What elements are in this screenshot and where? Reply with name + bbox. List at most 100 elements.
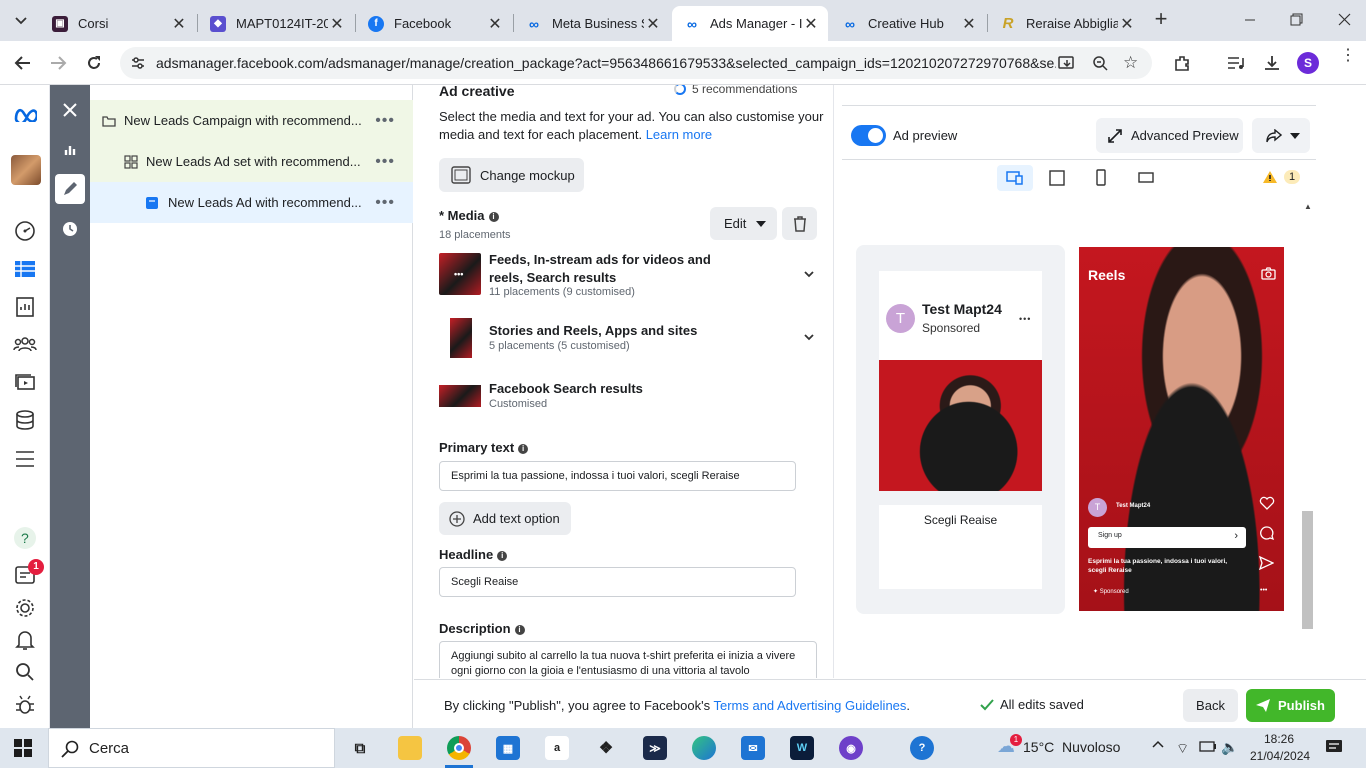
tree-row-adset[interactable]: New Leads Ad set with recommend... ••• xyxy=(90,141,413,182)
meta-logo-icon[interactable] xyxy=(13,102,37,126)
landscape-format-button[interactable] xyxy=(1138,172,1154,183)
change-mockup-button[interactable]: Change mockup xyxy=(439,158,584,192)
media-edit-button[interactable]: Edit xyxy=(710,207,777,240)
reports-icon[interactable] xyxy=(13,295,37,319)
store-icon[interactable]: ▦ xyxy=(496,736,520,760)
restore-button[interactable] xyxy=(1284,10,1308,30)
account-avatar[interactable] xyxy=(11,155,41,185)
edit-pencil-icon[interactable] xyxy=(55,174,85,204)
tab-creative-hub[interactable]: ∞ Creative Hub ✕ xyxy=(830,6,986,41)
close-icon[interactable]: ✕ xyxy=(960,14,978,34)
all-tools-menu-icon[interactable] xyxy=(13,447,37,471)
start-button[interactable] xyxy=(14,739,32,757)
description-input[interactable]: Aggiungi subito al carrello la tua nuova… xyxy=(439,641,817,678)
advanced-preview-button[interactable]: Advanced Preview xyxy=(1096,118,1243,153)
clock-date[interactable]: 21/04/2024 xyxy=(1250,749,1310,763)
dashboard-icon[interactable] xyxy=(13,219,37,243)
clock-time[interactable]: 18:26 xyxy=(1264,732,1294,746)
amazon-icon[interactable]: a xyxy=(545,736,569,760)
help-icon[interactable]: ? xyxy=(13,526,37,550)
view-all-placements-button[interactable] xyxy=(997,165,1033,191)
tab-meta-business[interactable]: ∞ Meta Business S ✕ xyxy=(514,6,670,41)
reels-cta-button[interactable]: Sign up › xyxy=(1088,527,1246,548)
bug-report-icon[interactable] xyxy=(13,693,37,717)
volume-icon[interactable]: 🔈 xyxy=(1221,739,1238,756)
publish-button[interactable]: Publish xyxy=(1246,689,1335,722)
dropbox-icon[interactable]: ❖ xyxy=(594,736,618,760)
show-hidden-icons[interactable] xyxy=(1152,740,1164,748)
downloads-icon[interactable] xyxy=(1260,51,1284,75)
file-explorer-icon[interactable] xyxy=(398,736,422,760)
tab-reraise[interactable]: R Reraise Abbiglia ✕ xyxy=(988,6,1144,41)
notification-center-icon[interactable] xyxy=(1325,739,1343,755)
browser-menu-icon[interactable]: ⋮ xyxy=(1340,48,1356,73)
extensions-icon[interactable] xyxy=(1170,51,1194,75)
more-options-icon[interactable]: ••• xyxy=(375,112,395,130)
info-icon[interactable]: i xyxy=(488,212,499,222)
close-icon[interactable]: ✕ xyxy=(170,14,188,34)
reels-preview-frame[interactable]: Reels T Test Mapt24 Sign up › Esprimi la… xyxy=(1079,247,1284,611)
headline-input[interactable]: Scegli Reaise xyxy=(439,567,796,597)
history-clock-icon[interactable] xyxy=(55,214,85,244)
primary-text-input[interactable]: Esprimi la tua passione, indossa i tuoi … xyxy=(439,461,796,491)
wifi-icon[interactable]: ⌔ xyxy=(1176,740,1189,758)
ad-preview-toggle[interactable] xyxy=(851,125,886,146)
battery-icon[interactable] xyxy=(1199,741,1217,752)
new-tab-button[interactable]: + xyxy=(1150,8,1172,32)
back-nav-button[interactable] xyxy=(10,51,34,75)
close-icon[interactable]: ✕ xyxy=(328,14,346,34)
expand-chevron-icon[interactable] xyxy=(804,271,814,278)
overview-chart-icon[interactable] xyxy=(55,135,85,165)
bookmark-star-icon[interactable]: ☆ xyxy=(1123,54,1138,71)
recommendations-link[interactable]: 5 recommendations xyxy=(674,85,797,96)
profile-avatar[interactable]: S xyxy=(1297,52,1319,74)
reload-button[interactable] xyxy=(82,51,106,75)
close-editor-icon[interactable] xyxy=(55,95,85,125)
alerts-bell-icon[interactable] xyxy=(13,628,37,652)
tab-corsi[interactable]: ▣ Corsi ✕ xyxy=(40,6,196,41)
preview-scrollbar[interactable]: ▲ xyxy=(1300,197,1314,678)
minimize-button[interactable] xyxy=(1238,10,1262,30)
edge-icon[interactable] xyxy=(692,736,716,760)
expand-chevron-icon[interactable] xyxy=(804,334,814,341)
tree-row-campaign[interactable]: New Leads Campaign with recommend... ••• xyxy=(90,100,413,141)
audiences-icon[interactable] xyxy=(13,332,37,356)
tree-row-ad[interactable]: New Leads Ad with recommend... ••• xyxy=(90,182,413,223)
back-button[interactable]: Back xyxy=(1183,689,1238,722)
close-icon[interactable]: ✕ xyxy=(802,14,820,34)
square-format-button[interactable] xyxy=(1049,170,1065,186)
feed-preview-frame[interactable]: T Test Mapt24 Sponsored ••• Scegli Reais… xyxy=(856,245,1065,614)
tab-facebook[interactable]: f Facebook ✕ xyxy=(356,6,512,41)
media-library-icon[interactable] xyxy=(13,370,37,394)
share-preview-button[interactable] xyxy=(1252,118,1310,153)
task-view-icon[interactable]: ⧉ xyxy=(348,736,372,760)
mail-icon[interactable]: ✉ xyxy=(741,736,765,760)
address-bar[interactable]: adsmanager.facebook.com/adsmanager/manag… xyxy=(120,47,1152,79)
learn-more-link[interactable]: Learn more xyxy=(646,127,712,142)
forward-nav-button[interactable] xyxy=(47,51,71,75)
chrome-icon[interactable] xyxy=(447,736,471,760)
search-icon[interactable] xyxy=(13,660,37,684)
github-icon[interactable]: ◉ xyxy=(839,736,863,760)
media-control-icon[interactable] xyxy=(1224,51,1248,75)
tab-ads-manager[interactable]: ∞ Ads Manager - I ✕ xyxy=(672,6,828,41)
terms-link[interactable]: Terms and Advertising Guidelines xyxy=(713,698,906,713)
close-icon[interactable]: ✕ xyxy=(486,14,504,34)
power-automate-icon[interactable]: ≫ xyxy=(643,736,667,760)
taskbar-search-box[interactable]: Cerca xyxy=(48,728,335,768)
info-icon[interactable]: i xyxy=(497,551,508,561)
close-window-button[interactable] xyxy=(1332,10,1356,30)
info-icon[interactable]: i xyxy=(518,444,529,454)
info-icon[interactable]: i xyxy=(514,625,525,635)
more-options-icon[interactable]: ••• xyxy=(375,153,395,171)
tab-search-button[interactable] xyxy=(8,8,34,34)
webex-icon[interactable]: W xyxy=(790,736,814,760)
delete-media-button[interactable] xyxy=(782,207,817,240)
post-options-icon[interactable]: ••• xyxy=(1019,314,1031,324)
close-icon[interactable]: ✕ xyxy=(1118,14,1136,34)
quick-assist-icon[interactable]: ? xyxy=(910,736,934,760)
campaigns-table-icon[interactable] xyxy=(13,257,37,281)
add-text-option-button[interactable]: Add text option xyxy=(439,502,571,535)
catalog-icon[interactable] xyxy=(13,408,37,432)
warning-indicator[interactable]: 1 xyxy=(1262,170,1301,184)
